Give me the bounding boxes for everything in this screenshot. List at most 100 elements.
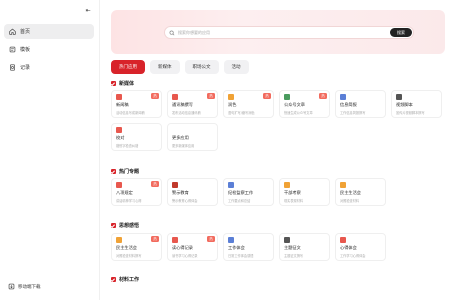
book-icon bbox=[172, 182, 178, 188]
main-content: 搜索你想要的应用 搜索 热门应用 新媒体 职场公文 活动 新媒体 新闻稿 活动信息写… bbox=[101, 0, 456, 300]
app-card[interactable]: 读心得记录读书学习心得记录 热 bbox=[167, 233, 218, 261]
app-card-title: 民主生活会 bbox=[340, 190, 361, 195]
app-card-title: 民主生活会 bbox=[116, 245, 137, 250]
tab-activities[interactable]: 活动 bbox=[223, 60, 249, 74]
tab-hot-apps[interactable]: 热门应用 bbox=[111, 60, 145, 74]
app-card-title: 心得体会 bbox=[340, 245, 357, 250]
app-card-title: 工作体会 bbox=[228, 245, 245, 250]
mobile-download-label: 移动端下载 bbox=[18, 284, 41, 290]
sidebar-item-label: 首页 bbox=[20, 29, 31, 35]
checkbox-icon bbox=[111, 169, 116, 174]
app-card[interactable]: 更多应用更多新媒体应用 bbox=[167, 123, 218, 151]
app-card-desc: 活动信息写成新闻稿 bbox=[116, 111, 145, 115]
category-tabs: 热门应用 新媒体 职场公文 活动 bbox=[111, 60, 254, 74]
collapse-sidebar-icon[interactable]: ⇤ bbox=[84, 6, 92, 14]
tab-official-docs[interactable]: 职场公文 bbox=[184, 60, 219, 74]
record-icon bbox=[9, 64, 16, 71]
app-card[interactable]: 干部考察现实表现材料 bbox=[279, 178, 330, 206]
app-card[interactable]: 公众号文章快速生成公众号文章 热 bbox=[279, 90, 330, 118]
checkbox-icon bbox=[111, 277, 116, 282]
app-card[interactable]: 视频脚本 宣传片视频脚本撰写 bbox=[391, 90, 442, 118]
mobile-download-link[interactable]: 移动端下载 bbox=[8, 283, 41, 290]
film-icon bbox=[284, 237, 290, 243]
app-card-desc: 现实表现材料 bbox=[284, 199, 304, 203]
hot-badge: 热 bbox=[263, 93, 271, 99]
app-grid: 新闻稿 活动信息写成新闻稿 热通讯稿撰写 发布活动信息通讯稿 热润色 语句扩写/缩写润色 热… bbox=[111, 90, 442, 151]
app-card-desc: 读书学习心得记录 bbox=[172, 254, 198, 258]
edit-icon bbox=[340, 182, 346, 188]
search-bar: 搜索你想要的应用 搜索 bbox=[164, 26, 414, 39]
app-card[interactable]: 民主生活会 对照检查材料撰写 热 bbox=[111, 233, 162, 261]
section-title-text: 热门专题 bbox=[119, 169, 140, 175]
app-grid: 民主生活会 对照检查材料撰写热 读心得记录读书学习心得记录 热 工作体会 日常工作体会感悟… bbox=[111, 233, 442, 261]
sidebar-item-label: 记录 bbox=[20, 65, 31, 71]
app-card[interactable]: 民主生活会对照检查材料 bbox=[335, 178, 386, 206]
hot-badge: 热 bbox=[207, 236, 215, 242]
app-card-desc: 主题征文撰写 bbox=[284, 254, 304, 258]
app-card[interactable]: 通讯稿撰写发布活动信息通讯稿 热 bbox=[167, 90, 218, 118]
sidebar-item-record[interactable]: 记录 bbox=[4, 60, 94, 75]
doc-icon bbox=[228, 237, 234, 243]
app-card-desc: 更多新媒体应用 bbox=[172, 144, 195, 148]
app-card-desc: 错别字检查纠错 bbox=[116, 144, 139, 148]
search-button[interactable]: 搜索 bbox=[390, 28, 412, 37]
app-grid: 八项规定 讲话精神学习心得热警示教育 警示教育心得体会 纪检监察工作 工作要点和总结 干部… bbox=[111, 178, 442, 206]
app-card[interactable]: 润色语句扩写/缩写润色 热 bbox=[223, 90, 274, 118]
app-card[interactable]: 警示教育 警示教育心得体会 bbox=[167, 178, 218, 206]
hot-badge: 热 bbox=[319, 93, 327, 99]
app-card-desc: 发布活动信息通讯稿 bbox=[172, 111, 201, 115]
tag-icon bbox=[172, 237, 178, 243]
app-card[interactable]: 工作体会 日常工作体会感悟 bbox=[223, 233, 274, 261]
sidebar-nav: 首页 模板 记录 bbox=[4, 24, 94, 78]
app-card-title: 校对 bbox=[116, 135, 125, 140]
sidebar-item-template[interactable]: 模板 bbox=[4, 42, 94, 57]
section-title: 思想感悟 bbox=[111, 222, 139, 229]
hot-badge: 热 bbox=[151, 93, 159, 99]
edit-icon bbox=[116, 237, 122, 243]
app-card[interactable]: 主题征文 主题征文撰写 bbox=[279, 233, 330, 261]
section-title-text: 思想感悟 bbox=[119, 223, 140, 229]
app-card-desc: 语句扩写/缩写润色 bbox=[228, 111, 255, 115]
app-card[interactable]: 信息简报 工作信息简报撰写 bbox=[335, 90, 386, 118]
app-card-title: 读心得记录 bbox=[172, 245, 193, 250]
app-card-desc: 对照检查材料 bbox=[340, 199, 360, 203]
app-card-desc: 快速生成公众号文章 bbox=[284, 111, 313, 115]
edit-icon bbox=[284, 182, 290, 188]
section-title: 材料工作 bbox=[111, 276, 139, 283]
hot-badge: 热 bbox=[151, 181, 159, 187]
book-icon bbox=[284, 94, 290, 100]
checkbox-icon bbox=[111, 81, 116, 86]
app-card-desc: 宣传片视频脚本撰写 bbox=[396, 111, 425, 115]
download-icon bbox=[8, 283, 15, 290]
app-card-title: 八项规定 bbox=[116, 190, 133, 195]
checkbox-icon bbox=[111, 223, 116, 228]
home-icon bbox=[9, 28, 16, 35]
app-card-title: 干部考察 bbox=[284, 190, 301, 195]
app-card-title: 警示教育 bbox=[172, 190, 189, 195]
search-input[interactable]: 搜索你想要的应用 bbox=[178, 30, 413, 36]
sidebar-item-home[interactable]: 首页 bbox=[4, 24, 94, 39]
app-card[interactable]: 校对 错别字检查纠错 bbox=[111, 123, 162, 151]
app-card[interactable]: 八项规定讲话精神学习心得 热 bbox=[111, 178, 162, 206]
app-card-title: 公众号文章 bbox=[284, 102, 305, 107]
section-title-text: 材料工作 bbox=[119, 277, 140, 283]
app-card[interactable]: 心得体会 工作学习心得体会 bbox=[335, 233, 386, 261]
brush-icon bbox=[228, 94, 234, 100]
search-banner: 搜索你想要的应用 搜索 bbox=[111, 10, 445, 54]
edit-icon bbox=[172, 94, 178, 100]
heart-icon bbox=[340, 237, 346, 243]
tab-new-media[interactable]: 新媒体 bbox=[150, 60, 180, 74]
app-card-title: 通讯稿撰写 bbox=[172, 102, 193, 107]
app-card[interactable]: 新闻稿 活动信息写成新闻稿 热 bbox=[111, 90, 162, 118]
hot-badge: 热 bbox=[151, 236, 159, 242]
template-icon bbox=[9, 46, 16, 53]
app-card-title: 润色 bbox=[228, 102, 237, 107]
hot-badge: 热 bbox=[207, 93, 215, 99]
pen-icon bbox=[116, 182, 122, 188]
app-card-title: 信息简报 bbox=[340, 102, 357, 107]
app-card[interactable]: 纪检监察工作 工作要点和总结 bbox=[223, 178, 274, 206]
app-card-title: 更多应用 bbox=[172, 135, 189, 140]
app-card-desc: 讲话精神学习心得 bbox=[116, 199, 142, 203]
sidebar-item-label: 模板 bbox=[20, 47, 31, 53]
doc-icon bbox=[228, 182, 234, 188]
